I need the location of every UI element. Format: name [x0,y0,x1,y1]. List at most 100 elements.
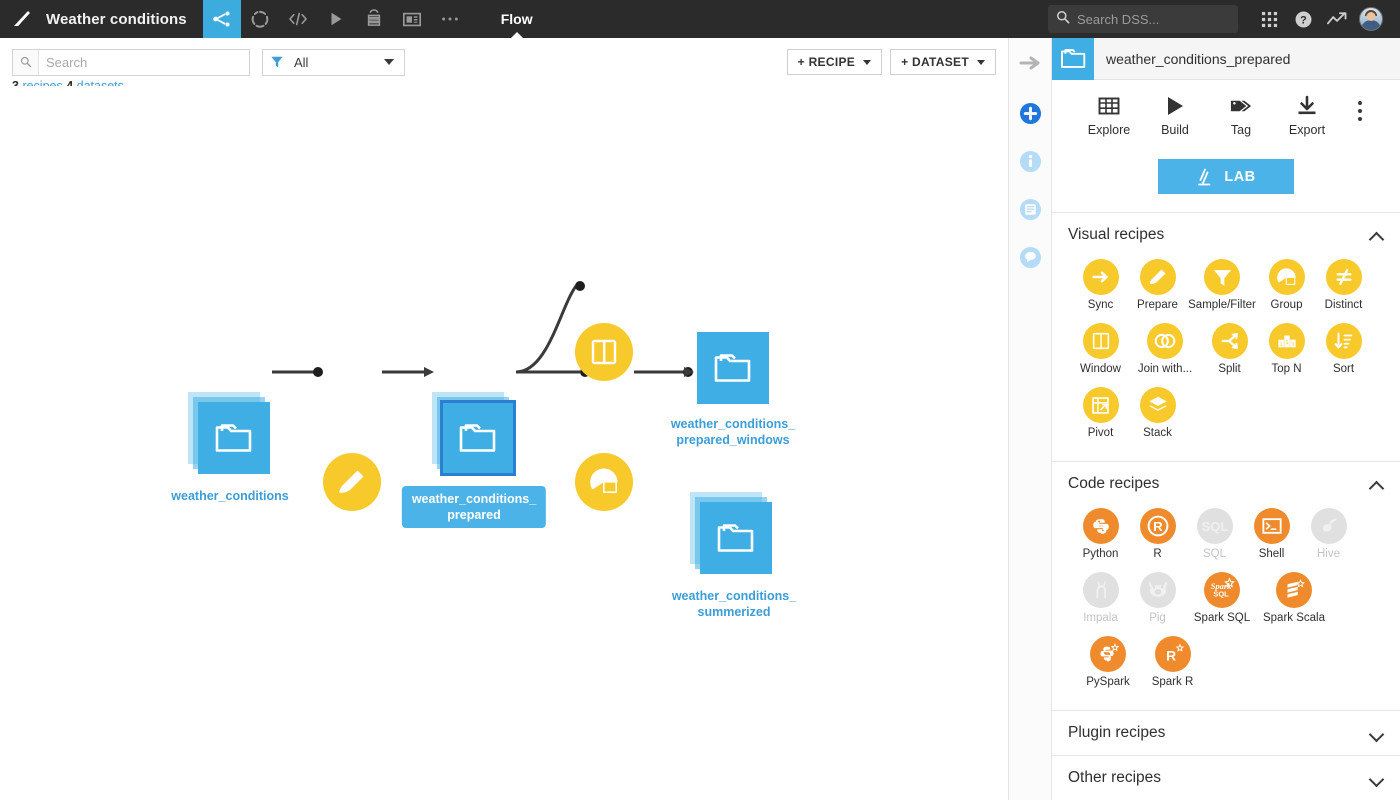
global-search-box[interactable] [1048,5,1238,33]
details-list-icon[interactable] [1017,196,1043,222]
add-plus-icon[interactable] [1017,100,1043,126]
dataset-label[interactable]: weather_conditions_ prepared_windows [671,416,795,448]
nav-wiki-icon[interactable] [393,0,431,38]
recipe-label: Group [1271,299,1303,311]
project-title[interactable]: Weather conditions [46,11,203,28]
recipe-window[interactable]: Window [1072,323,1129,375]
flow-recipe-window[interactable] [575,323,633,381]
help-question-icon[interactable]: ? [1286,0,1320,38]
section-plugin-recipes: Plugin recipes [1052,710,1400,755]
export-button[interactable]: Export [1274,94,1340,137]
nav-dashboard-circle-icon[interactable] [241,0,279,38]
svg-text:1: 1 [1285,340,1288,346]
nav-code-icon[interactable] [279,0,317,38]
flow-filter-select[interactable]: All [262,49,405,76]
section-code-recipes: Code recipes Python [1052,461,1400,710]
svg-text:R: R [1166,648,1176,664]
recipe-prepare[interactable]: Prepare [1129,259,1186,311]
pig-icon [1140,572,1176,608]
explore-button[interactable]: Explore [1076,94,1142,137]
flow-search-box[interactable] [12,49,250,76]
tab-flow-label: Flow [501,11,533,27]
recipe-join[interactable]: Join with... [1129,323,1201,375]
discussions-chat-icon[interactable] [1017,244,1043,270]
avatar[interactable] [1359,7,1383,31]
global-search-input[interactable] [1077,12,1227,27]
flow-dataset-node[interactable]: weather_conditions_ prepared_windows [697,332,781,416]
more-vertical-icon[interactable] [1340,94,1380,121]
dataset-folder-icon [214,422,254,455]
filter-funnel-icon [263,50,291,75]
recipe-sql[interactable]: SQL SQL [1186,508,1243,560]
dataset-tile[interactable] [697,332,781,416]
dataset-label-selected[interactable]: weather_conditions_ prepared [402,486,546,528]
recipe-stack[interactable]: Stack [1129,387,1186,439]
flow-recipe-group[interactable] [575,453,633,511]
recipe-shell[interactable]: Shell [1243,508,1300,560]
flow-dataset-node-selected[interactable]: weather_conditions_ prepared [432,392,516,476]
build-label: Build [1161,123,1189,137]
recipe-spark-scala[interactable]: Spark Scala [1258,572,1330,624]
recipe-sort[interactable]: Sort [1315,323,1372,375]
chevron-down-icon [384,59,394,65]
recipe-r[interactable]: R R [1129,508,1186,560]
chevron-up-icon [1370,477,1384,491]
chevron-down-icon [977,60,985,65]
recipe-spark-sql[interactable]: Spark SQL Spark SQL [1186,572,1258,624]
dataset-label[interactable]: weather_conditions [171,488,288,504]
window-columns-icon [589,337,619,367]
recipe-spark-r[interactable]: R Spark R [1144,636,1201,688]
flow-dataset-node[interactable]: weather_conditions [188,392,272,476]
table-grid-icon [1097,94,1121,118]
flow-canvas[interactable]: weather_conditions weather_conditions_ p… [0,86,1008,800]
group-pie-icon [1269,259,1305,295]
nav-automation-icon[interactable] [355,0,393,38]
add-recipe-button[interactable]: + RECIPE [787,49,882,75]
pyspark-icon [1090,636,1126,672]
recipe-label: Sort [1333,363,1354,375]
nav-flow-icon[interactable] [203,0,241,38]
recipe-label: Python [1083,548,1119,560]
collapse-arrow-icon[interactable] [1017,50,1043,76]
apps-grid-icon[interactable] [1252,0,1286,38]
build-button[interactable]: Build [1142,94,1208,137]
recipe-group[interactable]: Group [1258,259,1315,311]
tab-flow[interactable]: Flow [495,0,539,38]
activity-trend-icon[interactable] [1320,0,1354,38]
flow-dataset-node[interactable]: weather_conditions_ summerized [690,492,774,576]
section-other-recipes-header[interactable]: Other recipes [1052,756,1400,800]
recipe-impala[interactable]: Impala [1072,572,1129,624]
recipe-sync[interactable]: Sync [1072,259,1129,311]
dataset-tile[interactable] [690,492,774,576]
recipe-pivot[interactable]: Pivot [1072,387,1129,439]
section-code-recipes-header[interactable]: Code recipes [1052,462,1400,506]
recipe-label: Join with... [1138,363,1192,375]
user-menu[interactable] [1354,0,1388,38]
recipe-pig[interactable]: Pig [1129,572,1186,624]
dataset-folder-icon [716,522,756,555]
recipe-python[interactable]: Python [1072,508,1129,560]
dataset-label[interactable]: weather_conditions_ summerized [672,588,796,620]
recipe-topn[interactable]: 1 2 3 Top N [1258,323,1315,375]
add-dataset-button[interactable]: + DATASET [890,49,996,75]
flow-recipe-prepare[interactable] [323,453,381,511]
chevron-down-icon [1370,771,1384,785]
info-icon[interactable] [1017,148,1043,174]
dataiku-logo-icon[interactable] [0,0,46,38]
recipe-pyspark[interactable]: PySpark [1072,636,1144,688]
tag-button[interactable]: Tag [1208,94,1274,137]
section-visual-recipes-header[interactable]: Visual recipes [1052,213,1400,257]
flow-search-input[interactable] [39,50,249,75]
dataset-action-row: Explore Build Tag [1052,80,1400,143]
recipe-hive[interactable]: Hive [1300,508,1357,560]
recipe-distinct[interactable]: Distinct [1315,259,1372,311]
recipe-split[interactable]: Split [1201,323,1258,375]
nav-more-ellipsis-icon[interactable] [431,0,469,38]
lab-label: LAB [1224,169,1255,185]
recipe-sample-filter[interactable]: Sample/Filter [1186,259,1258,311]
section-plugin-recipes-header[interactable]: Plugin recipes [1052,711,1400,755]
lab-button[interactable]: LAB [1158,159,1294,194]
dataset-tile[interactable] [188,392,272,476]
nav-jobs-play-icon[interactable] [317,0,355,38]
dataset-tile[interactable] [432,392,516,476]
